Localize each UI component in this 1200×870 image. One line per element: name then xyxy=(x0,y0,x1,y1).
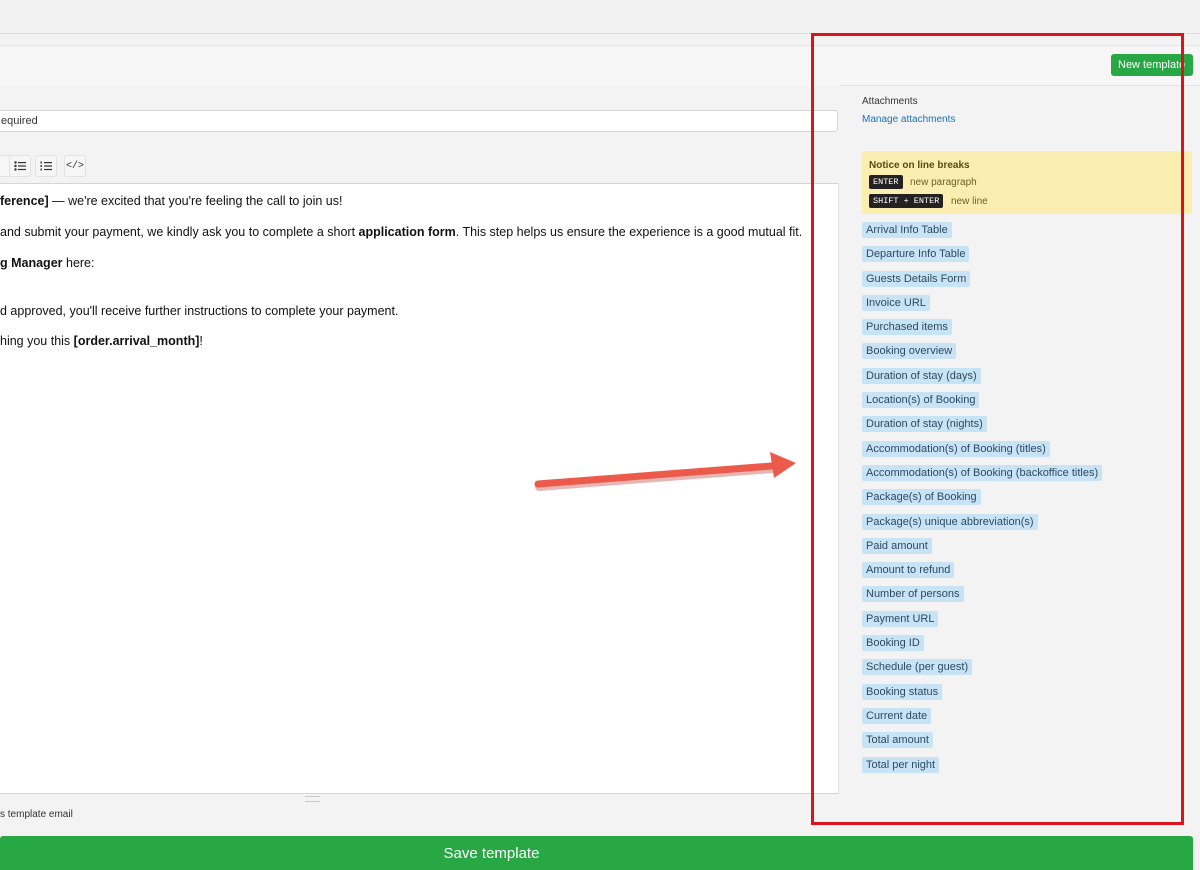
placeholder-tag[interactable]: Amount to refund xyxy=(862,562,955,578)
numbered-list-button[interactable] xyxy=(35,155,57,177)
line-break-notice: Notice on line breaks ENTER new paragrap… xyxy=(862,151,1192,214)
placeholder-tag[interactable]: Total per night xyxy=(862,757,940,773)
placeholder-tag[interactable]: Departure Info Table xyxy=(862,246,970,262)
editor-line: and submit your payment, we kindly ask y… xyxy=(0,225,803,239)
placeholder-tag[interactable]: Current date xyxy=(862,708,932,724)
editor-line: g Manager here: xyxy=(0,256,95,270)
enter-key-description: new paragraph xyxy=(910,177,977,188)
bullet-list-button[interactable] xyxy=(9,155,31,177)
placeholder-tag[interactable]: Package(s) unique abbreviation(s) xyxy=(862,514,1038,530)
shift-enter-key-badge: SHIFT + ENTER xyxy=(869,194,944,208)
placeholder-tag[interactable]: Package(s) of Booking xyxy=(862,489,981,505)
placeholder-tag[interactable]: Accommodation(s) of Booking (backoffice … xyxy=(862,465,1103,481)
placeholder-tag[interactable]: Booking status xyxy=(862,684,943,700)
placeholder-tag[interactable]: Invoice URL xyxy=(862,295,930,311)
placeholder-tag[interactable]: Arrival Info Table xyxy=(862,222,952,238)
send-test-email-label[interactable]: s template email xyxy=(0,809,73,820)
placeholder-tag[interactable]: Location(s) of Booking xyxy=(862,392,980,408)
email-body-editor[interactable]: ference] — we're excited that you're fee… xyxy=(0,183,839,794)
placeholder-tag[interactable]: Number of persons xyxy=(862,586,964,602)
editor-line: d approved, you'll receive further instr… xyxy=(0,304,399,318)
new-template-button[interactable]: New template xyxy=(1111,54,1193,76)
placeholder-tag[interactable]: Booking overview xyxy=(862,343,957,359)
code-icon: </> xyxy=(65,160,84,172)
placeholder-tag[interactable]: Paid amount xyxy=(862,538,932,554)
save-template-button[interactable]: Save template xyxy=(0,836,1193,870)
placeholder-tag[interactable]: Payment URL xyxy=(862,611,939,627)
editor-line: ference] — we're excited that you're fee… xyxy=(0,194,343,208)
top-bar xyxy=(0,0,1200,34)
placeholder-tag[interactable]: Duration of stay (days) xyxy=(862,368,981,384)
placeholder-tag[interactable]: Booking ID xyxy=(862,635,924,651)
sub-header-bar xyxy=(0,45,1200,86)
editor-resize-handle[interactable] xyxy=(305,796,320,802)
shift-enter-key-description: new line xyxy=(951,196,988,207)
enter-key-badge: ENTER xyxy=(869,175,903,189)
placeholder-tag[interactable]: Guests Details Form xyxy=(862,271,971,287)
placeholder-tag[interactable]: Purchased items xyxy=(862,319,952,335)
editor-line: hing you this [order.arrival_month]! xyxy=(0,334,203,348)
attachments-title: Attachments xyxy=(862,96,918,107)
manage-attachments-link[interactable]: Manage attachments xyxy=(862,114,955,125)
bullet-list-icon xyxy=(14,161,26,171)
notice-title: Notice on line breaks xyxy=(869,160,970,171)
code-view-button[interactable]: </> xyxy=(64,155,86,177)
placeholder-tag[interactable]: Accommodation(s) of Booking (titles) xyxy=(862,441,1050,457)
placeholder-tag[interactable]: Duration of stay (nights) xyxy=(862,416,987,432)
placeholder-tag[interactable]: Total amount xyxy=(862,732,933,748)
subject-input[interactable] xyxy=(0,110,838,132)
placeholder-tag[interactable]: Schedule (per guest) xyxy=(862,659,973,675)
numbered-list-icon xyxy=(40,161,52,171)
